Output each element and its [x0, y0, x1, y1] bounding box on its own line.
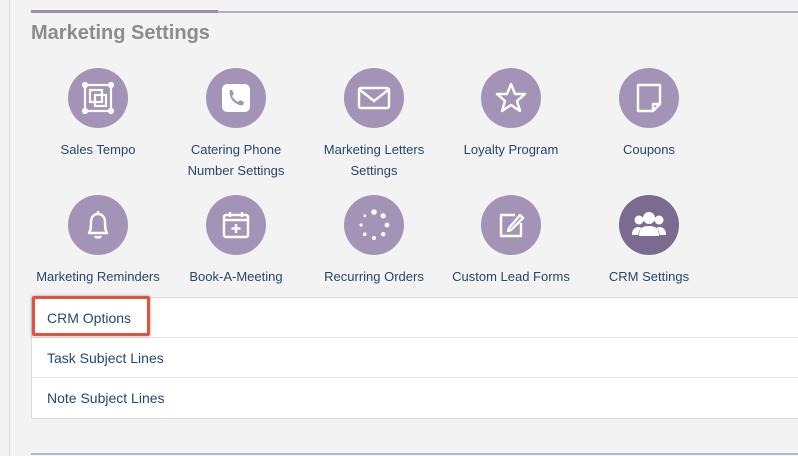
tile-label: Coupons — [622, 142, 676, 157]
tile-marketing-reminders[interactable]: Marketing Reminders — [28, 195, 168, 287]
tile-coupons[interactable]: Coupons — [579, 68, 719, 160]
loading-dots-icon — [344, 195, 404, 255]
envelope-icon — [344, 68, 404, 128]
users-icon — [619, 195, 679, 255]
tile-label: Loyalty Program — [463, 142, 559, 157]
tile-crm-settings[interactable]: CRM Settings — [579, 195, 719, 287]
crm-options-list: CRM Options Task Subject Lines Note Subj… — [31, 297, 798, 419]
tile-label: CRM Settings — [608, 269, 690, 284]
tile-custom-lead-forms[interactable]: Custom Lead Forms — [441, 195, 581, 287]
tile-label: Recurring Orders — [324, 269, 424, 284]
phone-icon — [206, 68, 266, 128]
sales-tempo-icon — [68, 68, 128, 128]
list-item-crm-options[interactable]: CRM Options — [32, 298, 798, 338]
edit-form-icon — [481, 195, 541, 255]
tile-label: Sales Tempo — [60, 142, 136, 157]
tile-loyalty-program[interactable]: Loyalty Program — [441, 68, 581, 160]
calendar-plus-icon — [206, 195, 266, 255]
bell-icon — [68, 195, 128, 255]
star-icon — [481, 68, 541, 128]
tile-label: Marketing Reminders — [36, 269, 160, 284]
tile-label: Catering Phone Number Settings — [187, 142, 285, 178]
tile-catering-phone[interactable]: Catering Phone Number Settings — [166, 68, 306, 181]
tile-label: Book-A-Meeting — [189, 269, 283, 284]
tile-label: Custom Lead Forms — [452, 269, 570, 284]
bottom-rule — [31, 453, 798, 455]
top-rule-accent — [31, 10, 218, 13]
tile-sales-tempo[interactable]: Sales Tempo — [28, 68, 168, 160]
list-item-note-subject-lines[interactable]: Note Subject Lines — [32, 378, 798, 418]
left-border — [9, 0, 10, 456]
tile-label: Marketing Letters Settings — [323, 142, 425, 178]
list-item-task-subject-lines[interactable]: Task Subject Lines — [32, 338, 798, 378]
page-title: Marketing Settings — [31, 22, 210, 44]
tile-recurring-orders[interactable]: Recurring Orders — [304, 195, 444, 287]
tile-marketing-letters[interactable]: Marketing Letters Settings — [304, 68, 444, 181]
tile-book-a-meeting[interactable]: Book-A-Meeting — [166, 195, 306, 287]
coupon-icon — [619, 68, 679, 128]
